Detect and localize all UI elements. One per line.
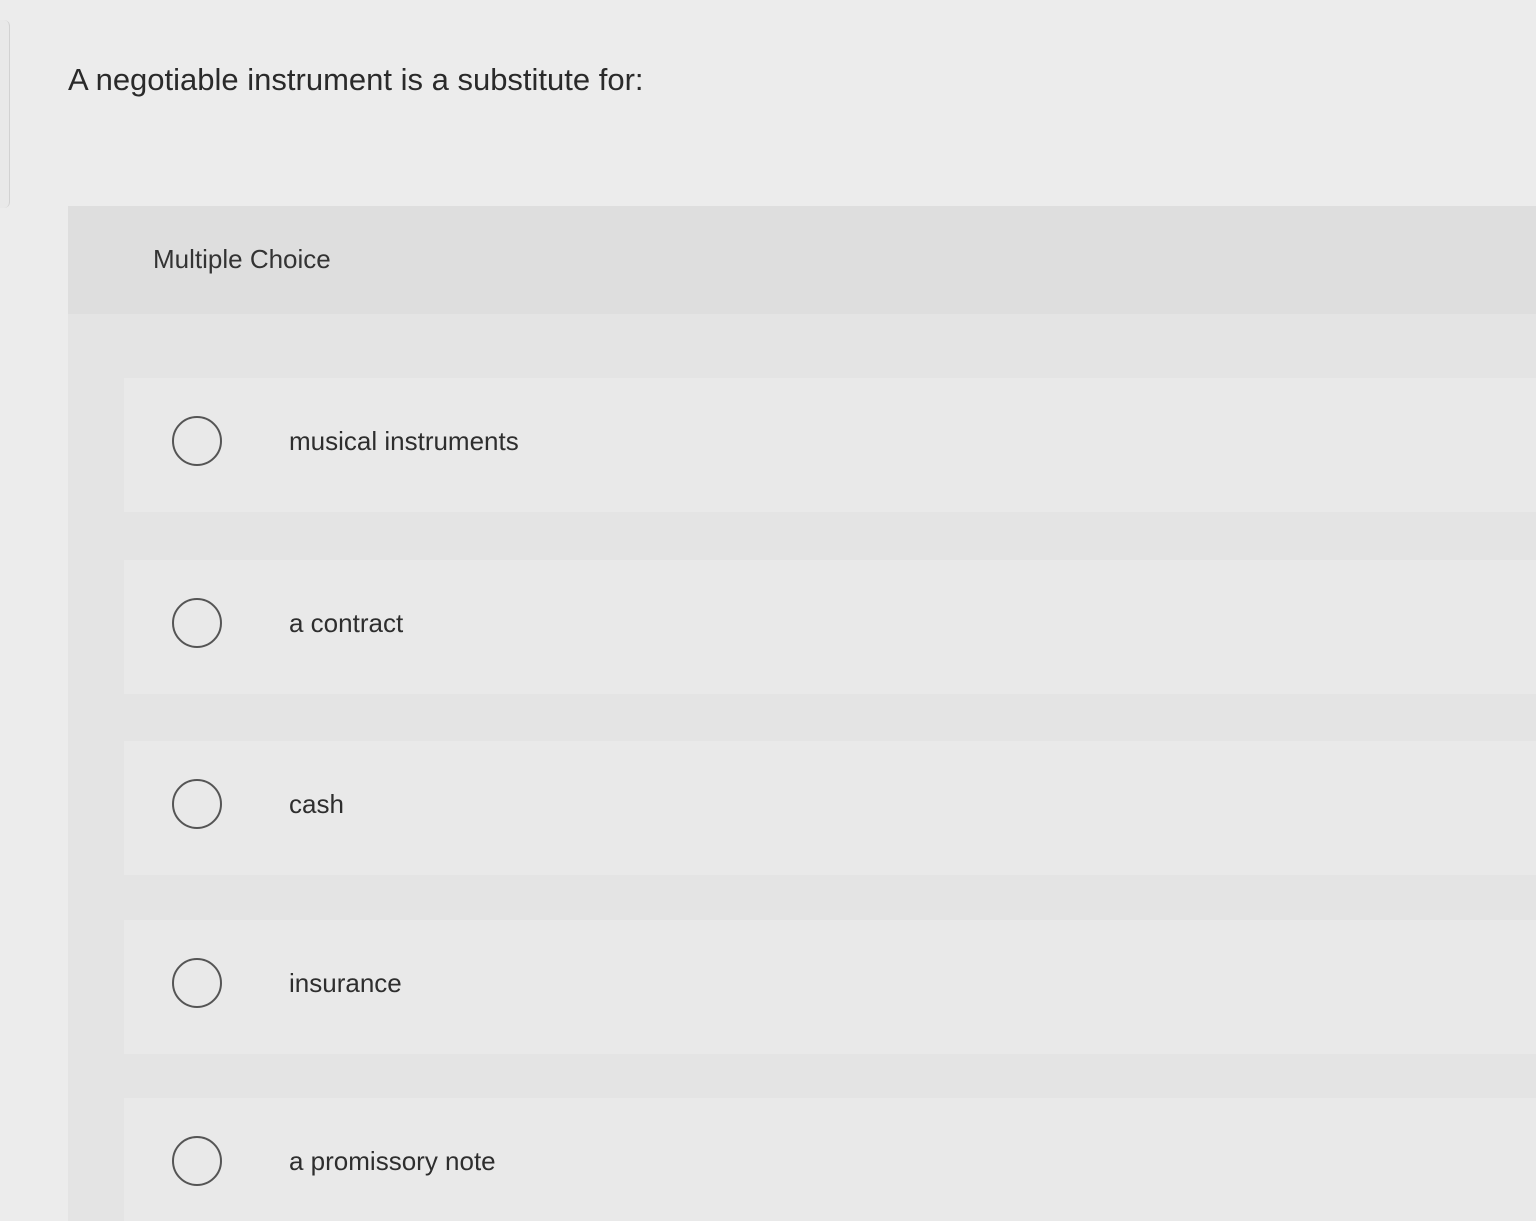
option-label: musical instruments: [289, 426, 519, 456]
option-musical-instruments[interactable]: musical instruments: [124, 378, 1536, 512]
question-type-label: Multiple Choice: [153, 244, 331, 274]
option-label: a contract: [289, 608, 404, 638]
radio-unchecked-icon[interactable]: [172, 958, 222, 1008]
radio-unchecked-icon[interactable]: [172, 598, 222, 648]
option-cash[interactable]: cash: [124, 741, 1536, 875]
option-a-contract[interactable]: a contract: [124, 560, 1536, 694]
option-insurance[interactable]: insurance: [124, 920, 1536, 1054]
radio-unchecked-icon[interactable]: [172, 779, 222, 829]
previous-panel-edge: [0, 20, 10, 208]
option-label: a promissory note: [289, 1146, 496, 1176]
option-a-promissory-note[interactable]: a promissory note: [124, 1098, 1536, 1221]
option-label: cash: [289, 789, 344, 819]
question-text: A negotiable instrument is a substitute …: [68, 62, 644, 97]
card-header: Multiple Choice: [68, 206, 1536, 314]
option-label: insurance: [289, 968, 402, 998]
radio-unchecked-icon[interactable]: [172, 1136, 222, 1186]
radio-unchecked-icon[interactable]: [172, 416, 222, 466]
multiple-choice-card: Multiple Choice musical instruments a co…: [68, 206, 1536, 1221]
